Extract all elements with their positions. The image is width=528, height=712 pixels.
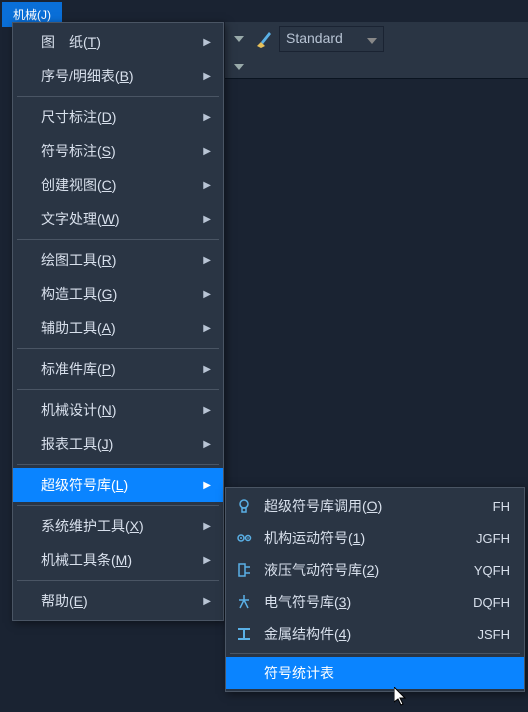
toolbar-dropdown-2[interactable] [229,56,249,78]
menu-item-label: 创建视图(C) [41,175,116,195]
submenu-arrow-icon: ▶ [203,480,211,491]
submenu-item[interactable]: 符号统计表 [226,657,524,689]
menu-item[interactable]: 机械工具条(M) ▶ [13,543,223,577]
menu-item-label: 尺寸标注(D) [41,107,116,127]
menu-separator [17,580,219,581]
submenu-arrow-icon: ▶ [203,71,211,82]
toolbar: Standard [225,22,528,78]
submenu-item[interactable]: 超级符号库调用(O) FH [226,490,524,522]
menu-item[interactable]: 标准件库(P) ▶ [13,352,223,386]
menu-item-label: 辅助工具(A) [41,318,116,338]
submenu-arrow-icon: ▶ [203,521,211,532]
chevron-down-icon [367,31,377,47]
submenu-item[interactable]: 金属结构件(4) JSFH [226,618,524,650]
menu-item[interactable]: 报表工具(J) ▶ [13,427,223,461]
submenu-item-label: 电气符号库(3) [264,592,463,612]
menu-item-label: 系统维护工具(X) [41,516,144,536]
menu-item-label: 序号/明细表(B) [41,66,134,86]
menu-item-label: 图 纸(T) [41,32,101,52]
menu-item-label: 机械工具条(M) [41,550,132,570]
menu-item[interactable]: 超级符号库(L) ▶ [13,468,223,502]
toolbar-dropdown-1[interactable] [229,28,249,50]
submenu-shortcut: DQFH [473,595,510,610]
menu-item[interactable]: 创建视图(C) ▶ [13,168,223,202]
menu-separator [17,464,219,465]
submenu-shortcut: JSFH [478,627,511,642]
submenu-arrow-icon: ▶ [203,289,211,300]
submenu-item-label: 液压气动符号库(2) [264,560,464,580]
menu-item[interactable]: 尺寸标注(D) ▶ [13,100,223,134]
submenu-arrow-icon: ▶ [203,255,211,266]
submenu-arrow-icon: ▶ [203,596,211,607]
submenu-arrow-icon: ▶ [203,364,211,375]
submenu-arrow-icon: ▶ [203,180,211,191]
submenu-arrow-icon: ▶ [203,323,211,334]
submenu-item[interactable]: 液压气动符号库(2) YQFH [226,554,524,586]
menu-separator [17,389,219,390]
menu-item[interactable]: 帮助(E) ▶ [13,584,223,618]
menu-item-label: 帮助(E) [41,591,88,611]
hydraulic-icon [234,560,254,580]
menu-item-label: 超级符号库(L) [41,475,128,495]
menu-item[interactable]: 绘图工具(R) ▶ [13,243,223,277]
menu-item-label: 绘图工具(R) [41,250,116,270]
submenu-item-label: 符号统计表 [264,663,510,683]
main-dropdown-menu: 图 纸(T)▶序号/明细表(B)▶尺寸标注(D)▶符号标注(S)▶创建视图(C)… [12,22,224,621]
submenu-arrow-icon: ▶ [203,405,211,416]
submenu-shortcut: JGFH [476,531,510,546]
electric-icon [234,592,254,612]
submenu-arrow-icon: ▶ [203,37,211,48]
menu-item-label: 标准件库(P) [41,359,116,379]
symbol-library-submenu: 超级符号库调用(O) FH 机构运动符号(1) JGFH 液压气动符号库(2) YQFH 电… [225,487,525,692]
submenu-shortcut: YQFH [474,563,510,578]
gears-icon [234,528,254,548]
menu-item-label: 机械设计(N) [41,400,116,420]
menu-item-label: 报表工具(J) [41,434,113,454]
menu-item[interactable]: 构造工具(G) ▶ [13,277,223,311]
beam-icon [234,624,254,644]
menu-item[interactable]: 机械设计(N) ▶ [13,393,223,427]
bulb-icon [234,496,254,516]
submenu-item[interactable]: 电气符号库(3) DQFH [226,586,524,618]
submenu-item-label: 机构运动符号(1) [264,528,466,548]
menu-separator [230,653,520,654]
menu-separator [17,96,219,97]
submenu-arrow-icon: ▶ [203,555,211,566]
standard-label: Standard [286,30,343,46]
submenu-arrow-icon: ▶ [203,439,211,450]
menu-separator [17,348,219,349]
menu-item-label: 文字处理(W) [41,209,120,229]
brush-icon[interactable] [251,26,277,52]
menu-item-label: 构造工具(G) [41,284,117,304]
menu-separator [17,239,219,240]
menu-item[interactable]: 序号/明细表(B) ▶ [13,59,223,93]
menu-item[interactable]: 辅助工具(A) ▶ [13,311,223,345]
menu-separator [17,505,219,506]
menu-item[interactable]: 图 纸(T) ▶ [13,25,223,59]
submenu-item-label: 超级符号库调用(O) [264,496,483,516]
menu-item[interactable]: 系统维护工具(X) ▶ [13,509,223,543]
submenu-arrow-icon: ▶ [203,146,211,157]
standard-dropdown[interactable]: Standard [279,26,384,52]
menu-item[interactable]: 符号标注(S) ▶ [13,134,223,168]
submenu-shortcut: FH [493,499,510,514]
submenu-item-label: 金属结构件(4) [264,624,468,644]
menu-item[interactable]: 文字处理(W) ▶ [13,202,223,236]
submenu-arrow-icon: ▶ [203,214,211,225]
blank-icon [234,663,254,683]
submenu-item[interactable]: 机构运动符号(1) JGFH [226,522,524,554]
submenu-arrow-icon: ▶ [203,112,211,123]
menu-item-label: 符号标注(S) [41,141,116,161]
